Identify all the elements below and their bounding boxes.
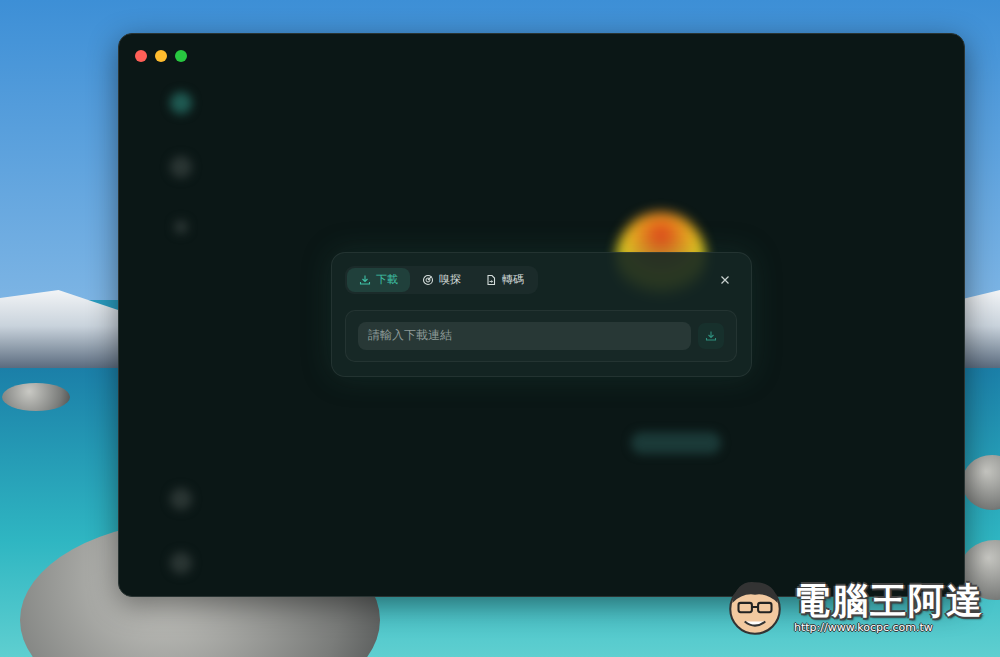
file-convert-icon xyxy=(485,274,497,286)
tab[interactable]: 下載 xyxy=(347,268,410,292)
app-window: 下載嗅探轉碼請輸入下載連結 xyxy=(118,33,965,597)
mascot-face-icon xyxy=(722,574,788,640)
minimize-window-button[interactable] xyxy=(155,50,167,62)
download-button[interactable] xyxy=(698,323,724,349)
blurred-button xyxy=(631,432,721,454)
watermark-url: http://www.kocpc.com.tw xyxy=(794,621,933,634)
traffic-lights xyxy=(119,34,964,62)
wallpaper-mountain xyxy=(0,290,130,370)
tab[interactable]: 轉碼 xyxy=(473,268,536,292)
sidebar xyxy=(119,62,211,596)
close-window-button[interactable] xyxy=(135,50,147,62)
tab-bar: 下載嗅探轉碼 xyxy=(345,266,538,294)
url-input[interactable]: 請輸入下載連結 xyxy=(358,322,691,350)
download-icon xyxy=(705,330,717,342)
input-panel: 請輸入下載連結 xyxy=(345,310,737,362)
watermark-title: 電腦王阿達 xyxy=(794,580,984,621)
wallpaper-rock xyxy=(2,383,70,411)
tab[interactable]: 嗅探 xyxy=(410,268,473,292)
sidebar-item[interactable] xyxy=(170,92,192,114)
sidebar-item[interactable] xyxy=(170,552,192,574)
watermark: 電腦王阿達http://www.kocpc.com.tw xyxy=(722,574,984,640)
sidebar-item[interactable] xyxy=(170,488,192,510)
desktop: 下載嗅探轉碼請輸入下載連結電腦王阿達http://www.kocpc.com.t… xyxy=(0,0,1000,657)
zoom-window-button[interactable] xyxy=(175,50,187,62)
sidebar-item[interactable] xyxy=(170,156,192,178)
main-content: 下載嗅探轉碼請輸入下載連結 xyxy=(211,62,964,596)
download-dialog: 下載嗅探轉碼請輸入下載連結 xyxy=(331,252,752,377)
sidebar-item[interactable] xyxy=(174,220,188,234)
close-icon[interactable] xyxy=(719,274,731,286)
download-icon xyxy=(359,274,371,286)
radar-icon xyxy=(422,274,434,286)
